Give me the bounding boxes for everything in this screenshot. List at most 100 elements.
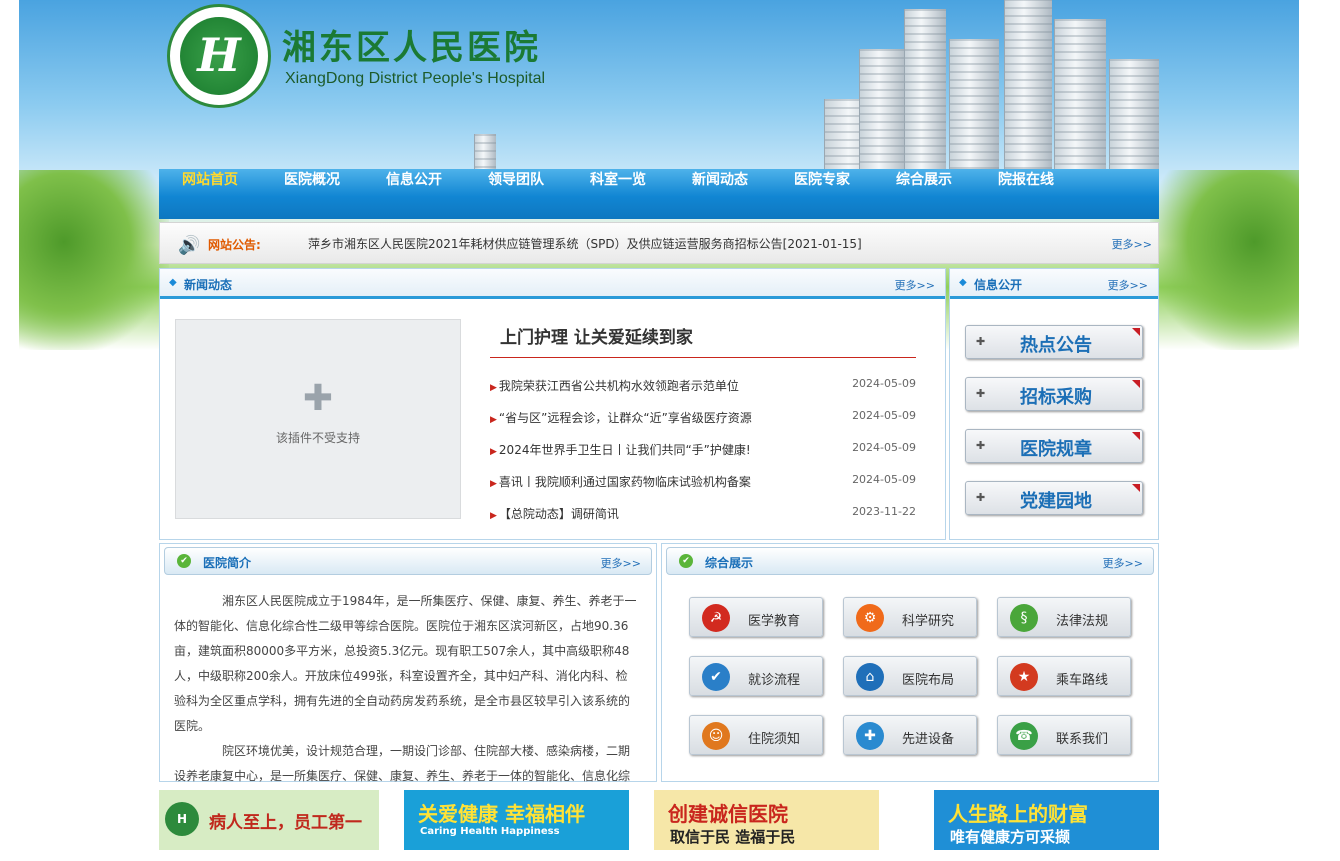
nav-item[interactable]: 医院概况 (261, 169, 363, 219)
news-item-title[interactable]: 【总院动态】调研简讯 (499, 507, 619, 521)
intro-panel: ✔ 医院简介 更多>> 湘东区人民医院成立于1984年，是一所集医疗、保健、康复… (159, 543, 657, 783)
nav-item[interactable]: 信息公开 (363, 169, 465, 219)
news-item[interactable]: ▶ 喜讯丨我院顺利通过国家药物临床试验机构备案 2024-05-09 (490, 473, 916, 493)
puzzle-icon: ✚ (302, 378, 334, 419)
research-gear-icon: ⚙ (856, 604, 884, 632)
building-image (474, 134, 496, 169)
banner-subtext: Caring Health Happiness (420, 826, 560, 837)
banner-text: 关爱健康 幸福相伴 (418, 802, 585, 826)
showcase-button[interactable]: ✔ 就诊流程 (689, 656, 823, 696)
showcase-header: ✔ 综合展示 更多>> (666, 547, 1154, 575)
bullet-icon: ▶ (490, 383, 497, 393)
nav-item[interactable]: 综合展示 (873, 169, 975, 219)
news-item-title[interactable]: 喜讯丨我院顺利通过国家药物临床试验机构备案 (499, 475, 751, 489)
banner-image[interactable]: 人生路上的财富唯有健康方可采撷 (934, 790, 1159, 850)
banner-subtext: 唯有健康方可采撷 (950, 828, 1071, 846)
building-image (1054, 19, 1106, 169)
showcase-button-label: 住院须知 (748, 732, 801, 747)
banner-text: 病人至上，员工第一 (209, 813, 362, 833)
banner-image[interactable]: 创建诚信医院 取信于民 造福于民 (654, 790, 879, 850)
intro-text: 湘东区人民医院成立于1984年，是一所集医疗、保健、康复、养生、养老于一体的智能… (174, 589, 638, 789)
showcase-button[interactable]: ☺ 住院须知 (689, 715, 823, 755)
info-button[interactable]: ✚ 热点公告 (965, 325, 1143, 359)
intro-more-link[interactable]: 更多>> (601, 555, 641, 571)
headline-divider (490, 357, 916, 358)
news-item-title[interactable]: “省与区”远程会诊，让群众“近”享省级医疗资源 (499, 411, 752, 425)
hospital-logo[interactable]: H (167, 4, 271, 108)
banner-logo-icon: H (165, 802, 199, 836)
police-badge-icon: ★ (1010, 663, 1038, 691)
info-button-label: 招标采购 (1020, 387, 1092, 408)
people-icon: ☺ (702, 722, 730, 750)
nav-item[interactable]: 院报在线 (975, 169, 1077, 219)
speaker-icon: 🔊 (178, 235, 201, 256)
bullet-icon: ▶ (490, 415, 497, 425)
info-button[interactable]: ✚ 医院规章 (965, 429, 1143, 463)
banner-subtext: 取信于民 造福于民 (670, 828, 796, 846)
news-item-date: 2024-05-09 (852, 409, 916, 422)
arrow-icon: ◆ (169, 277, 177, 288)
nav-item[interactable]: 新闻动态 (669, 169, 771, 219)
building-icon: ☎ (1010, 722, 1038, 750)
tree-decoration-left (19, 170, 169, 350)
party-emblem-icon: ☭ (702, 604, 730, 632)
notice-more-link[interactable]: 更多>> (1112, 236, 1152, 252)
notice-bar: 🔊 网站公告: 萍乡市湘东区人民医院2021年耗材供应链管理系统（SPD）及供应… (159, 222, 1159, 264)
showcase-button[interactable]: ☎ 联系我们 (997, 715, 1131, 755)
notice-label: 网站公告: (208, 238, 261, 252)
showcase-button-label: 医院布局 (902, 673, 955, 688)
info-more-link[interactable]: 更多>> (1108, 277, 1148, 293)
news-more-link[interactable]: 更多>> (895, 277, 935, 293)
building-image (904, 9, 946, 169)
news-item-title[interactable]: 2024年世界手卫生日丨让我们共同“手”护健康! (499, 443, 751, 457)
news-item[interactable]: ▶ 【总院动态】调研简讯 2023-11-22 (490, 505, 916, 525)
showcase-button-label: 先进设备 (902, 732, 955, 747)
news-item-title[interactable]: 我院荣获江西省公共机构水效领跑者示范单位 (499, 379, 739, 393)
showcase-more-link[interactable]: 更多>> (1103, 555, 1143, 571)
nav-item[interactable]: 医院专家 (771, 169, 873, 219)
building-image (1109, 59, 1159, 169)
showcase-button[interactable]: ⚙ 科学研究 (843, 597, 977, 637)
info-button-label: 医院规章 (1020, 439, 1092, 460)
banner-image[interactable]: H 病人至上，员工第一 (159, 790, 379, 850)
info-header: ◆ 信息公开 更多>> (950, 269, 1158, 299)
showcase-button-label: 医学教育 (748, 614, 801, 629)
showcase-button[interactable]: ☭ 医学教育 (689, 597, 823, 637)
intro-title: 医院简介 (203, 556, 252, 570)
banner-text: 人生路上的财富 (948, 802, 1088, 826)
showcase-button[interactable]: ⌂ 医院布局 (843, 656, 977, 696)
nav-item[interactable]: 领导团队 (465, 169, 567, 219)
banner-image[interactable]: 关爱健康 幸福相伴 Caring Health Happiness (404, 790, 629, 850)
logo-letter: H (180, 17, 258, 95)
info-button[interactable]: ✚ 招标采购 (965, 377, 1143, 411)
nav-item[interactable]: 科室一览 (567, 169, 669, 219)
arrow-icon: ◆ (959, 277, 967, 288)
showcase-button-label: 乘车路线 (1056, 673, 1109, 688)
news-item[interactable]: ▶ 我院荣获江西省公共机构水效领跑者示范单位 2024-05-09 (490, 377, 916, 397)
nav-item[interactable]: 网站首页 (159, 169, 261, 219)
check-icon: ✔ (177, 554, 191, 568)
showcase-title: 综合展示 (705, 556, 754, 570)
check-icon: ✔ (679, 554, 693, 568)
notice-link[interactable]: 萍乡市湘东区人民医院2021年耗材供应链管理系统（SPD）及供应链运营服务商招标… (308, 235, 862, 252)
info-button[interactable]: ✚ 党建园地 (965, 481, 1143, 515)
intro-paragraph: 湘东区人民医院成立于1984年，是一所集医疗、保健、康复、养生、养老于一体的智能… (174, 594, 637, 733)
news-item-date: 2024-05-09 (852, 473, 916, 486)
news-item[interactable]: ▶ 2024年世界手卫生日丨让我们共同“手”护健康! 2024-05-09 (490, 441, 916, 461)
showcase-button[interactable]: ✚ 先进设备 (843, 715, 977, 755)
news-panel: ◆ 新闻动态 更多>> ✚ 该插件不受支持 上门护理 让关爱延续到家 ▶ 我院荣获… (159, 268, 946, 540)
home-icon: ⌂ (856, 663, 884, 691)
bullet-icon: ▶ (490, 479, 497, 489)
showcase-panel: ✔ 综合展示 更多>> ☭ 医学教育 ⚙ 科学研究 § 法律法规 ✔ 就诊流程 ⌂ 医院布局 ★ 乘车… (661, 543, 1159, 782)
plugin-unsupported-text: 该插件不受支持 (275, 431, 360, 445)
news-item[interactable]: ▶ “省与区”远程会诊，让群众“近”享省级医疗资源 2024-05-09 (490, 409, 916, 429)
info-panel: ◆ 信息公开 更多>> ✚ 热点公告 ✚ 招标采购 ✚ 医院规章 ✚ 党建园地 (949, 268, 1159, 540)
showcase-button[interactable]: § 法律法规 (997, 597, 1131, 637)
showcase-button[interactable]: ★ 乘车路线 (997, 656, 1131, 696)
site-title: 湘东区人民医院 (282, 28, 541, 68)
site-title-english: XiangDong District People's Hospital (285, 70, 546, 87)
news-headline[interactable]: 上门护理 让关爱延续到家 (500, 323, 693, 348)
law-icon: § (1010, 604, 1038, 632)
bullet-icon: ▶ (490, 447, 497, 457)
news-item-date: 2024-05-09 (852, 441, 916, 454)
